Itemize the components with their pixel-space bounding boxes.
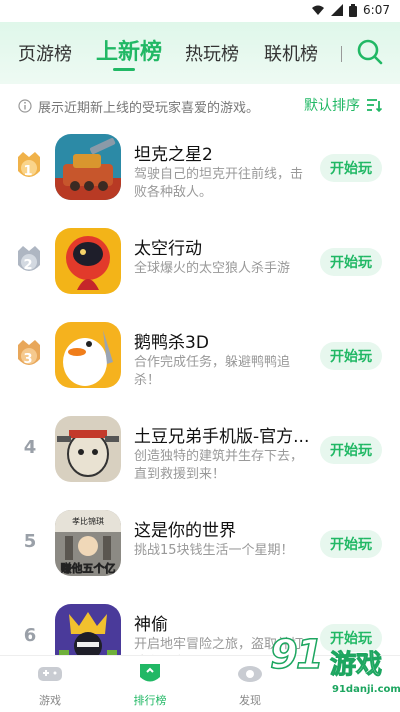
rank-number: 1 <box>23 164 33 179</box>
game-description: 创造独特的建筑并生存下去，直到救援到来！ <box>134 449 304 482</box>
nav-label: 排行榜 <box>133 694 167 707</box>
rank-number: 5 <box>23 531 37 552</box>
game-icon-tank-star[interactable] <box>55 134 121 200</box>
status-icons: 6:07 <box>311 3 390 17</box>
game-icon-this-is-your-world[interactable]: 孝比锦琪 赚他五个亿 <box>55 510 121 576</box>
sort-button[interactable]: 默认排序 <box>304 95 382 115</box>
watermark-number: 91 <box>269 631 324 679</box>
notice-text: 展示近期新上线的受玩家喜爱的游戏。 <box>38 101 260 116</box>
wifi-icon <box>312 5 325 15</box>
list-item[interactable]: 2 太空行动 全球爆火的太空狼人杀手游 开始玩 <box>0 222 400 316</box>
game-description: 挑战15块钱生活一个星期！ <box>134 543 294 558</box>
battery-icon <box>349 3 358 17</box>
game-icon-brotato[interactable] <box>55 416 121 482</box>
game-description: 合作完成任务，躲避鸭鸭追杀！ <box>134 355 291 388</box>
list-item[interactable]: 1 坦克之星2 驾驶自己的坦克开往前线，击败各种敌人。 开始玩 <box>0 128 400 222</box>
game-icon-space-action[interactable] <box>55 228 121 294</box>
nav-tab-leaderboard[interactable]: 排行榜 <box>110 662 190 708</box>
game-description: 驾驶自己的坦克开往前线，击败各种敌人。 <box>134 167 304 200</box>
list-item[interactable]: 3 鹅鸭杀3D 合作完成任务，躲避鸭鸭追杀！ 开始玩 <box>0 316 400 410</box>
header: 页游榜 上新榜 热玩榜 联机榜 <box>0 22 400 84</box>
game-description: 全球爆火的太空狼人杀手游 <box>134 261 291 276</box>
rank-number: 4 <box>23 437 37 458</box>
game-icon-goose-duck[interactable] <box>55 322 121 388</box>
start-play-button[interactable]: 开始玩 <box>320 154 382 182</box>
game-title: 鹅鸭杀3D <box>134 333 209 353</box>
tab-divider <box>341 46 342 62</box>
info-icon <box>18 99 32 113</box>
leaderboard-icon <box>140 664 160 682</box>
nav-tab-games[interactable]: 游戏 <box>10 662 90 708</box>
icon-caption-bottom: 赚他五个亿 <box>60 561 116 575</box>
sort-label: 默认排序 <box>304 98 360 114</box>
gamepad-icon <box>38 667 62 681</box>
game-title: 这是你的世界 <box>134 521 236 541</box>
rank-number: 2 <box>23 258 33 273</box>
start-play-button[interactable]: 开始玩 <box>320 436 382 464</box>
status-time: 6:07 <box>363 3 390 17</box>
start-play-button[interactable]: 开始玩 <box>320 342 382 370</box>
rank-number: 6 <box>23 625 37 646</box>
list-item[interactable]: 4 土豆兄弟手机版-官方... 创造独特的建筑并生存下去，直到救援到来！ 开始玩 <box>0 410 400 504</box>
watermark-text: 游戏 <box>329 650 383 681</box>
tab-web-games[interactable]: 页游榜 <box>18 40 72 66</box>
game-title: 土豆兄弟手机版-官方... <box>134 427 310 447</box>
game-title: 太空行动 <box>134 239 202 259</box>
signal-icon <box>331 4 344 16</box>
active-tab-indicator <box>113 68 135 71</box>
watermark-url: 91danji.com <box>332 684 400 695</box>
tab-hot-games[interactable]: 热玩榜 <box>185 40 239 66</box>
sort-icon <box>367 99 382 112</box>
search-icon[interactable] <box>354 36 386 68</box>
start-play-button[interactable]: 开始玩 <box>320 530 382 558</box>
list-item[interactable]: 5 孝比锦琪 赚他五个亿 这是你的世界 挑战15块钱生活一个星期！ 开始玩 <box>0 504 400 598</box>
rank-number: 3 <box>23 352 33 367</box>
game-title: 神偷 <box>134 615 168 635</box>
list-notice: 展示近期新上线的受玩家喜爱的游戏。 默认排序 <box>0 84 400 128</box>
tab-multiplayer[interactable]: 联机榜 <box>264 40 318 66</box>
game-title: 坦克之星2 <box>134 145 213 165</box>
discover-icon <box>238 666 262 682</box>
nav-label: 游戏 <box>39 694 61 707</box>
tab-new-releases[interactable]: 上新榜 <box>96 34 162 66</box>
start-play-button[interactable]: 开始玩 <box>320 248 382 276</box>
status-bar: 6:07 <box>0 0 400 22</box>
icon-caption-top: 孝比锦琪 <box>72 516 104 526</box>
site-watermark: 91 游戏 91danji.com <box>269 631 400 708</box>
